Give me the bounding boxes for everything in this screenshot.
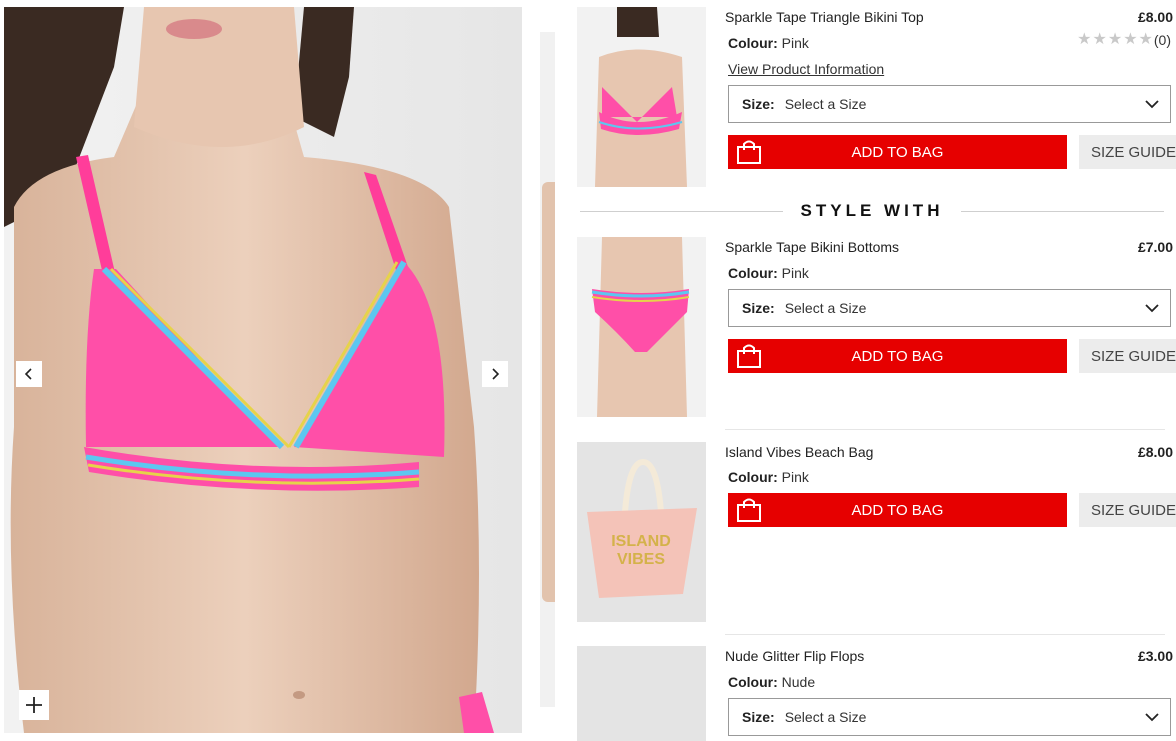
prev-image-button[interactable] xyxy=(16,361,42,387)
next-image-button[interactable] xyxy=(482,361,508,387)
size-guide-button[interactable]: SIZE GUIDE xyxy=(1079,339,1176,373)
shopping-bag-icon xyxy=(737,498,761,522)
colour-label: Colour: xyxy=(728,469,778,485)
star-icon: ★ xyxy=(1077,31,1092,48)
product-name[interactable]: Sparkle Tape Bikini Bottoms xyxy=(725,239,899,255)
product-name[interactable]: Sparkle Tape Triangle Bikini Top xyxy=(725,9,924,25)
add-to-bag-label: ADD TO BAG xyxy=(851,501,944,519)
bag-print-line-2: VIBES xyxy=(617,551,665,568)
chevron-right-icon xyxy=(492,368,500,380)
style-with-heading: STYLE WITH xyxy=(580,200,1165,222)
bag-print-line-1: ISLAND xyxy=(611,533,671,550)
colour-value: Pink xyxy=(781,469,809,485)
rating-count: (0) xyxy=(1153,32,1171,48)
product-thumbnail[interactable]: ISLAND VIBES xyxy=(577,442,706,622)
star-icon: ★ xyxy=(1107,31,1123,48)
plus-icon xyxy=(26,697,42,713)
next-image-peek[interactable] xyxy=(540,32,555,707)
size-guide-button[interactable]: SIZE GUIDE xyxy=(1079,493,1176,527)
star-icon: ★ xyxy=(1138,31,1153,48)
colour-label: Colour: xyxy=(728,265,778,281)
product-colour: Colour: Nude xyxy=(728,674,815,690)
product-thumbnail[interactable] xyxy=(577,237,706,417)
size-select[interactable]: Size: Select a Size xyxy=(728,698,1171,736)
bikini-top-photo xyxy=(4,7,522,733)
product-thumbnail[interactable] xyxy=(577,646,706,741)
size-select[interactable]: Size: Select a Size xyxy=(728,289,1171,327)
size-placeholder: Select a Size xyxy=(784,709,867,725)
divider xyxy=(725,634,1165,635)
divider xyxy=(725,429,1165,430)
product-colour: Colour: Pink xyxy=(728,469,809,485)
chevron-down-icon xyxy=(1145,713,1159,722)
product-rating[interactable]: ★ ★ ★ ★ ★ (0) xyxy=(1077,31,1171,49)
product-thumbnail[interactable] xyxy=(577,7,706,187)
product-price: £8.00 xyxy=(1137,444,1173,460)
product-price: £3.00 xyxy=(1137,648,1173,664)
size-select[interactable]: Size: Select a Size xyxy=(728,85,1171,123)
chevron-down-icon xyxy=(1145,100,1159,109)
colour-label: Colour: xyxy=(728,674,778,690)
colour-value: Pink xyxy=(781,265,809,281)
product-name[interactable]: Nude Glitter Flip Flops xyxy=(725,648,864,664)
add-to-bag-label: ADD TO BAG xyxy=(851,347,944,365)
add-to-bag-button[interactable]: ADD TO BAG xyxy=(728,493,1067,527)
style-with-label: STYLE WITH xyxy=(800,201,944,220)
chevron-left-icon xyxy=(24,368,32,380)
product-price: £8.00 xyxy=(1137,9,1173,25)
product-name[interactable]: Island Vibes Beach Bag xyxy=(725,444,873,460)
chevron-down-icon xyxy=(1145,304,1159,313)
size-placeholder: Select a Size xyxy=(784,96,867,112)
product-colour: Colour: Pink xyxy=(728,265,809,281)
product-price: £7.00 xyxy=(1137,239,1173,255)
size-label: Size: xyxy=(742,300,775,316)
product-colour: Colour: Pink xyxy=(728,35,809,51)
view-product-information-link[interactable]: View Product Information xyxy=(728,61,884,77)
zoom-button[interactable] xyxy=(19,690,49,720)
colour-value: Nude xyxy=(781,674,816,690)
add-to-bag-button[interactable]: ADD TO BAG xyxy=(728,135,1067,169)
add-to-bag-label: ADD TO BAG xyxy=(851,143,944,161)
size-placeholder: Select a Size xyxy=(784,300,867,316)
shopping-bag-icon xyxy=(737,140,761,164)
size-label: Size: xyxy=(742,709,775,725)
add-to-bag-button[interactable]: ADD TO BAG xyxy=(728,339,1067,373)
colour-label: Colour: xyxy=(728,35,778,51)
star-icon: ★ xyxy=(1123,31,1138,48)
shopping-bag-icon xyxy=(737,344,761,368)
star-icon: ★ xyxy=(1092,31,1107,48)
size-label: Size: xyxy=(742,96,775,112)
size-guide-button[interactable]: SIZE GUIDE xyxy=(1079,135,1176,169)
main-product-image xyxy=(4,7,522,733)
colour-value: Pink xyxy=(781,35,809,51)
